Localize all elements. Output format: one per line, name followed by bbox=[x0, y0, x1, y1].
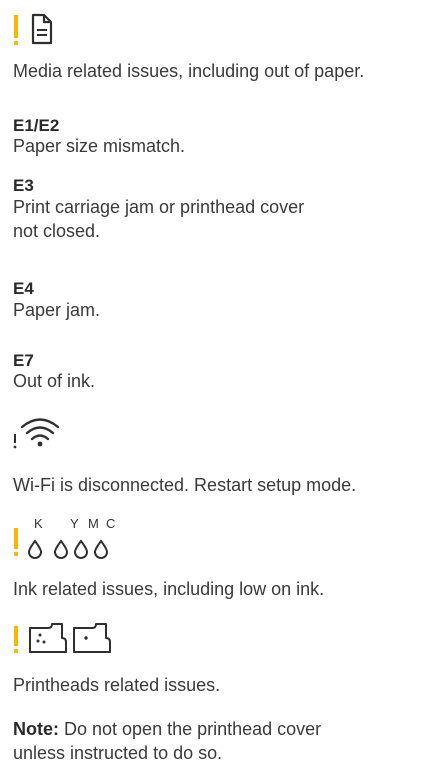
ink-label-m: M bbox=[88, 516, 99, 531]
note-text: Do not open the printhead cover bbox=[59, 719, 322, 739]
warning-bar-icon bbox=[14, 15, 18, 38]
warning-dot-icon bbox=[14, 649, 18, 653]
warning-dot-icon bbox=[14, 41, 18, 45]
printhead-icon bbox=[29, 623, 111, 653]
error-description-e7: Out of ink. bbox=[13, 371, 96, 391]
warning-bar-icon bbox=[14, 528, 18, 549]
error-description-e3-line1: Print carriage jam or printhead cover bbox=[13, 197, 305, 217]
ink-drop-icons bbox=[27, 539, 109, 559]
error-code-e1e2: E1/E2 bbox=[13, 116, 60, 135]
ink-label-y: Y bbox=[70, 516, 79, 531]
note-line-1: Note: Do not open the printhead cover bbox=[13, 718, 321, 740]
wifi-description: Wi-Fi is disconnected. Restart setup mod… bbox=[13, 475, 357, 495]
media-description: Media related issues, including out of p… bbox=[13, 61, 365, 81]
ink-label-c: C bbox=[106, 516, 116, 531]
wifi-warning-icon bbox=[13, 418, 60, 449]
error-description-e4: Paper jam. bbox=[13, 300, 101, 320]
error-code-e3: E3 bbox=[13, 176, 34, 195]
note-line-2: unless instructed to do so. bbox=[13, 743, 223, 763]
warning-bar-icon bbox=[14, 626, 18, 646]
document-icon bbox=[31, 13, 53, 45]
ink-description: Ink related issues, including low on ink… bbox=[13, 579, 325, 599]
printheads-description: Printheads related issues. bbox=[13, 675, 221, 695]
note-label: Note: bbox=[13, 719, 59, 739]
warning-dot-icon bbox=[14, 552, 18, 556]
error-description-e3-line2: not closed. bbox=[13, 221, 101, 241]
ink-label-k: K bbox=[34, 516, 43, 531]
error-code-e4: E4 bbox=[13, 279, 34, 298]
error-code-e7: E7 bbox=[13, 351, 34, 370]
error-description-e1e2: Paper size mismatch. bbox=[13, 136, 186, 156]
ink-drop-icon bbox=[27, 539, 109, 559]
